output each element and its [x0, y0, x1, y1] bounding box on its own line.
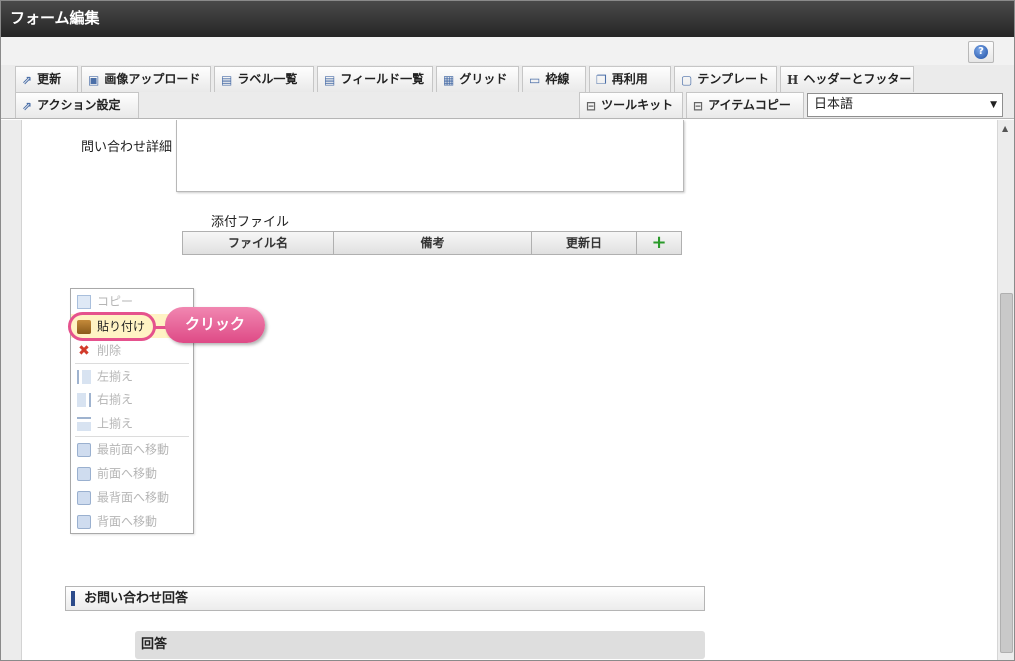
menu-item-send-backward[interactable]: 背面へ移動: [71, 509, 193, 533]
tab-label: アクション設定: [37, 98, 121, 112]
column-updated-date: 更新日: [532, 232, 637, 254]
attachment-label: 添付ファイル: [211, 215, 290, 230]
bring-to-front-icon: [77, 442, 91, 457]
copy-icon: [77, 294, 91, 309]
menu-item-label: 前面へ移動: [97, 466, 158, 481]
add-attachment-button[interactable]: +: [637, 232, 681, 254]
tab-label: 再利用: [611, 72, 648, 86]
reuse-icon: ❐: [596, 72, 607, 87]
menu-item-align-right[interactable]: 右揃え: [71, 387, 193, 411]
callout-click-bubble: クリック: [165, 307, 265, 343]
header-footer-icon: H: [787, 72, 799, 87]
menu-item-label: 最前面へ移動: [97, 442, 170, 457]
language-value: 日本語: [814, 97, 854, 112]
field-list-icon: ▤: [324, 72, 336, 87]
tab-label: 画像アップロード: [104, 72, 201, 86]
inquiry-detail-label: 問い合わせ詳細: [81, 140, 173, 155]
tab-image-upload[interactable]: ▣ 画像アップロード: [81, 66, 211, 92]
align-left-icon: [77, 369, 91, 384]
inquiry-detail-textarea[interactable]: [176, 120, 684, 192]
help-bar: ?: [1, 37, 1014, 65]
item-copy-icon: ⊟: [693, 98, 704, 113]
tab-header-footer[interactable]: H ヘッダーとフッター: [780, 66, 914, 92]
menu-item-send-to-back[interactable]: 最背面へ移動: [71, 485, 193, 509]
toolbar: ⇗ 更新 ▣ 画像アップロード ▤ ラベル一覧 ▤ フィールド一覧 ▦ グリッド ▭ 枠線 …: [1, 65, 1014, 119]
menu-item-label: 背面へ移動: [97, 514, 158, 529]
delete-icon: ✖: [78, 342, 90, 359]
menu-item-bring-forward[interactable]: 前面へ移動: [71, 461, 193, 485]
menu-item-align-top[interactable]: 上揃え: [71, 411, 193, 435]
menu-item-delete[interactable]: ✖ 削除: [71, 338, 193, 362]
tab-label: フィールド一覧: [340, 72, 425, 86]
plus-icon: +: [651, 232, 667, 253]
tab-label: テンプレート: [697, 72, 769, 86]
help-button[interactable]: ?: [968, 41, 994, 63]
toolkit-icon: ⊟: [586, 98, 597, 113]
column-file-name: ファイル名: [183, 232, 334, 254]
align-top-icon: [77, 416, 91, 431]
tab-reuse[interactable]: ❐ 再利用: [589, 66, 671, 92]
grid-icon: ▦: [443, 72, 455, 87]
tab-template[interactable]: ▢ テンプレート: [674, 66, 777, 92]
tab-label-list[interactable]: ▤ ラベル一覧: [214, 66, 314, 92]
tab-update[interactable]: ⇗ 更新: [15, 66, 78, 92]
menu-item-label: 上揃え: [97, 416, 134, 431]
align-right-icon: [77, 392, 91, 407]
action-settings-icon: ⇗: [22, 98, 33, 113]
tab-label: ラベル一覧: [237, 72, 298, 86]
help-icon: ?: [974, 45, 988, 59]
tab-label: アイテムコピー: [708, 98, 791, 112]
scroll-up-icon[interactable]: ▲: [1002, 124, 1008, 133]
tab-field-list[interactable]: ▤ フィールド一覧: [317, 66, 433, 92]
menu-item-label: 右揃え: [97, 392, 134, 407]
menu-item-bring-to-front[interactable]: 最前面へ移動: [71, 437, 193, 461]
tab-label: 枠線: [545, 72, 570, 86]
tab-label: 更新: [37, 72, 62, 86]
update-icon: ⇗: [22, 72, 33, 87]
send-to-back-icon: [77, 490, 91, 505]
answer-field-label: 回答: [135, 631, 705, 659]
label-list-icon: ▤: [221, 72, 233, 87]
tab-label: ツールキット: [601, 98, 674, 112]
menu-item-label: 最背面へ移動: [97, 490, 170, 505]
section-title: お問い合わせ回答: [84, 591, 189, 606]
menu-item-label: コピー: [97, 294, 134, 309]
tab-label: グリッド: [459, 72, 508, 86]
section-header-inquiry-answer: お問い合わせ回答: [65, 586, 705, 611]
send-backward-icon: [77, 514, 91, 529]
attachment-table-header: ファイル名 備考 更新日 +: [182, 231, 682, 255]
menu-item-label: 削除: [97, 343, 122, 358]
column-notes: 備考: [334, 232, 532, 254]
scroll-thumb[interactable]: [1000, 293, 1013, 653]
tab-label: ヘッダーとフッター: [803, 72, 912, 86]
bring-forward-icon: [77, 466, 91, 481]
form-editor-window: フォーム編集 ? ⇗ 更新 ▣ 画像アップロード ▤ ラベル一覧 ▤ フィールド一覧 ▦…: [0, 0, 1015, 661]
menu-item-align-left[interactable]: 左揃え: [71, 364, 193, 388]
tab-action-settings[interactable]: ⇗ アクション設定: [15, 92, 139, 118]
section-marker: [71, 591, 75, 606]
window-title: フォーム編集: [1, 1, 1014, 37]
border-icon: ▭: [529, 72, 541, 87]
tab-grid[interactable]: ▦ グリッド: [436, 66, 519, 92]
chevron-down-icon: ▼: [990, 100, 997, 110]
tab-toolkit[interactable]: ⊟ ツールキット: [579, 92, 683, 118]
language-select[interactable]: 日本語 ▼: [807, 93, 1003, 117]
left-gutter: [1, 120, 21, 660]
menu-item-label: 左揃え: [97, 369, 134, 384]
tab-item-copy[interactable]: ⊟ アイテムコピー: [686, 92, 804, 118]
vertical-scrollbar[interactable]: ▲: [997, 120, 1014, 660]
tab-border[interactable]: ▭ 枠線: [522, 66, 586, 92]
template-icon: ▢: [681, 72, 693, 87]
image-upload-icon: ▣: [88, 72, 100, 87]
callout-highlight-ring: [68, 312, 156, 341]
